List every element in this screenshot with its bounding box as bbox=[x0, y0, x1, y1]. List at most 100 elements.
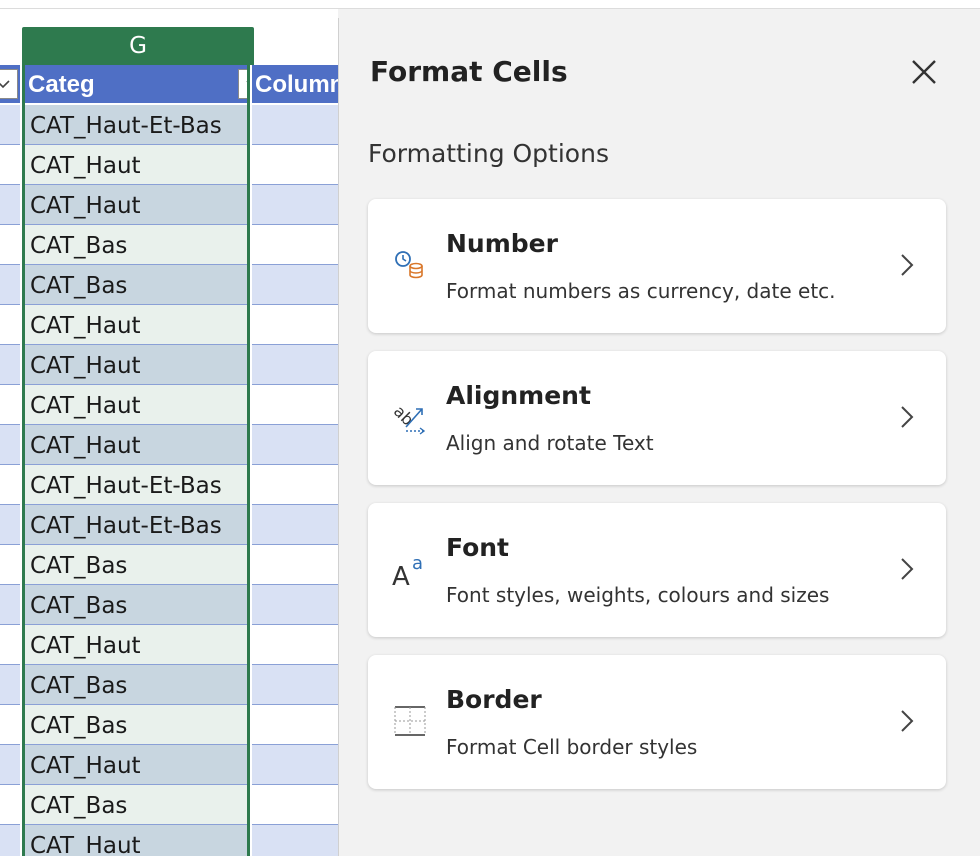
cell-categ[interactable]: CAT_Haut bbox=[24, 385, 248, 425]
cell-categ[interactable]: CAT_Bas bbox=[24, 665, 248, 705]
number-option-card[interactable]: Number Format numbers as currency, date … bbox=[368, 199, 946, 333]
table-row: CAT_Bas bbox=[0, 705, 338, 745]
cell-column[interactable] bbox=[252, 305, 338, 345]
categ-filter-dropdown-button[interactable] bbox=[238, 69, 248, 99]
table-row: CAT_Haut bbox=[0, 145, 338, 185]
table-row: CAT_Haut bbox=[0, 745, 338, 785]
table-header-row: Categ Column bbox=[0, 65, 338, 105]
cell-prev-column[interactable] bbox=[0, 385, 20, 425]
cell-column[interactable] bbox=[252, 625, 338, 665]
cell-prev-column[interactable] bbox=[0, 465, 20, 505]
cell-prev-column[interactable] bbox=[0, 665, 20, 705]
cell-categ[interactable]: CAT_Haut bbox=[24, 345, 248, 385]
cell-categ[interactable]: CAT_Haut-Et-Bas bbox=[24, 505, 248, 545]
chevron-right-icon bbox=[901, 558, 914, 580]
cell-prev-column[interactable] bbox=[0, 585, 20, 625]
cell-column[interactable] bbox=[252, 545, 338, 585]
number-option-description: Format numbers as currency, date etc. bbox=[446, 279, 836, 303]
cell-prev-column[interactable] bbox=[0, 105, 20, 145]
cell-column[interactable] bbox=[252, 265, 338, 305]
cell-prev-column[interactable] bbox=[0, 305, 20, 345]
border-option-card[interactable]: Border Format Cell border styles bbox=[368, 655, 946, 789]
table-row: CAT_Haut bbox=[0, 425, 338, 465]
svg-text:A: A bbox=[392, 562, 410, 587]
cell-categ[interactable]: CAT_Haut bbox=[24, 825, 248, 856]
cell-column[interactable] bbox=[252, 465, 338, 505]
table-row: CAT_Bas bbox=[0, 545, 338, 585]
cell-prev-column[interactable] bbox=[0, 825, 20, 856]
cell-categ[interactable]: CAT_Haut bbox=[24, 185, 248, 225]
font-option-description: Font styles, weights, colours and sizes bbox=[446, 583, 830, 607]
cell-categ[interactable]: CAT_Bas bbox=[24, 265, 248, 305]
cell-column[interactable] bbox=[252, 105, 338, 145]
cell-column[interactable] bbox=[252, 345, 338, 385]
top-toolbar-strip bbox=[0, 0, 980, 9]
cell-prev-column[interactable] bbox=[0, 705, 20, 745]
pane-title: Format Cells bbox=[370, 55, 568, 88]
alignment-icon: ab bbox=[390, 399, 428, 435]
cell-prev-column[interactable] bbox=[0, 625, 20, 665]
cell-column[interactable] bbox=[252, 425, 338, 465]
table-row: CAT_Haut-Et-Bas bbox=[0, 105, 338, 145]
border-icon bbox=[392, 703, 428, 739]
table-row: CAT_Haut bbox=[0, 345, 338, 385]
table-row: CAT_Bas bbox=[0, 265, 338, 305]
filter-dropdown-button[interactable] bbox=[0, 69, 18, 99]
cell-column[interactable] bbox=[252, 585, 338, 625]
cell-prev-column[interactable] bbox=[0, 745, 20, 785]
cell-categ[interactable]: CAT_Bas bbox=[24, 545, 248, 585]
svg-text:ab: ab bbox=[392, 402, 418, 430]
table-header-column[interactable]: Column bbox=[252, 65, 338, 103]
cell-column[interactable] bbox=[252, 785, 338, 825]
cell-categ[interactable]: CAT_Haut-Et-Bas bbox=[24, 465, 248, 505]
cell-categ[interactable]: CAT_Bas bbox=[24, 585, 248, 625]
cell-categ[interactable]: CAT_Bas bbox=[24, 785, 248, 825]
table-header-prev-column[interactable] bbox=[0, 65, 20, 103]
cell-prev-column[interactable] bbox=[0, 425, 20, 465]
cell-column[interactable] bbox=[252, 145, 338, 185]
cell-prev-column[interactable] bbox=[0, 145, 20, 185]
cell-column[interactable] bbox=[252, 705, 338, 745]
cell-prev-column[interactable] bbox=[0, 265, 20, 305]
cell-categ[interactable]: CAT_Haut bbox=[24, 625, 248, 665]
font-option-title: Font bbox=[446, 533, 509, 562]
chevron-down-icon bbox=[0, 80, 10, 89]
border-option-title: Border bbox=[446, 685, 542, 714]
table-row: CAT_Haut-Et-Bas bbox=[0, 465, 338, 505]
cell-categ[interactable]: CAT_Haut bbox=[24, 425, 248, 465]
table-row: CAT_Bas bbox=[0, 785, 338, 825]
cell-column[interactable] bbox=[252, 745, 338, 785]
table-row: CAT_Haut bbox=[0, 625, 338, 665]
cell-categ[interactable]: CAT_Bas bbox=[24, 705, 248, 745]
column-g-header[interactable]: G bbox=[22, 27, 254, 65]
close-button[interactable] bbox=[907, 55, 941, 89]
cell-prev-column[interactable] bbox=[0, 545, 20, 585]
format-cells-pane: Format Cells Formatting Options Number F… bbox=[339, 9, 980, 856]
cell-prev-column[interactable] bbox=[0, 505, 20, 545]
cell-prev-column[interactable] bbox=[0, 225, 20, 265]
svg-text:a: a bbox=[412, 553, 423, 574]
table-row: CAT_Haut bbox=[0, 305, 338, 345]
cell-categ[interactable]: CAT_Haut bbox=[24, 745, 248, 785]
cell-column[interactable] bbox=[252, 385, 338, 425]
chevron-down-icon bbox=[246, 80, 248, 84]
cell-categ[interactable]: CAT_Haut-Et-Bas bbox=[24, 105, 248, 145]
cell-categ[interactable]: CAT_Haut bbox=[24, 145, 248, 185]
cell-categ[interactable]: CAT_Bas bbox=[24, 225, 248, 265]
cell-column[interactable] bbox=[252, 225, 338, 265]
cell-prev-column[interactable] bbox=[0, 785, 20, 825]
cell-categ[interactable]: CAT_Haut bbox=[24, 305, 248, 345]
number-format-icon bbox=[392, 247, 428, 283]
alignment-option-card[interactable]: ab Alignment Align and rotate Text bbox=[368, 351, 946, 485]
cell-column[interactable] bbox=[252, 665, 338, 705]
font-option-card[interactable]: A a Font Font styles, weights, colours a… bbox=[368, 503, 946, 637]
cell-column[interactable] bbox=[252, 505, 338, 545]
cell-column[interactable] bbox=[252, 185, 338, 225]
table-header-categ[interactable]: Categ bbox=[24, 65, 248, 103]
cell-column[interactable] bbox=[252, 825, 338, 856]
spreadsheet-grid: G Categ Column CAT_Haut-Et-Bas CAT_Haut CA… bbox=[0, 0, 338, 856]
table-row: CAT_Bas bbox=[0, 225, 338, 265]
cell-prev-column[interactable] bbox=[0, 345, 20, 385]
table-row: CAT_Haut bbox=[0, 825, 338, 856]
cell-prev-column[interactable] bbox=[0, 185, 20, 225]
